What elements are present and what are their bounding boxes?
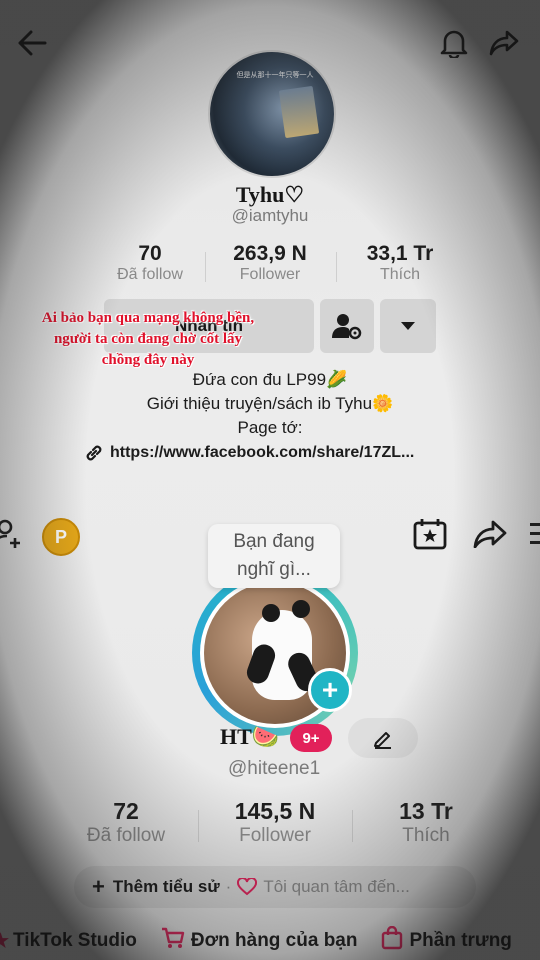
profile-page: 但是从那十一年只等一人 Tyhu♡ @iamtyhu 70 Đã follow …	[0, 0, 540, 960]
own-stat-likes[interactable]: 13 Tr Thích	[366, 798, 486, 847]
star-icon: ★	[0, 930, 10, 952]
profile-name: Tyhu♡	[235, 182, 305, 207]
panda-ear	[292, 600, 310, 618]
avatar-caption: 但是从那十一年只等一人	[236, 71, 314, 79]
orders-button[interactable]: Đơn hàng của bạn	[191, 930, 358, 952]
edit-profile-button[interactable]	[348, 718, 418, 758]
bell-icon[interactable]	[436, 25, 472, 61]
bag-icon	[381, 925, 403, 956]
stat-following-label: Đã follow	[117, 266, 183, 283]
profile-avatar[interactable]: 但是从那十一年只等一人	[208, 50, 336, 178]
friend-settings-button[interactable]	[320, 299, 374, 353]
stat-followers[interactable]: 263,9 N Follower	[210, 242, 330, 284]
stat-divider	[205, 252, 206, 282]
own-stat-following-label: Đã follow	[86, 825, 166, 846]
own-name: HT🍉	[220, 724, 280, 749]
chevron-down-icon	[401, 322, 415, 330]
showcase-button[interactable]: Phần trưng	[409, 930, 511, 952]
heart-icon	[237, 878, 258, 896]
stat-likes-label: Thích	[379, 266, 420, 283]
stat-followers-label: Follower	[239, 266, 301, 283]
profile-link[interactable]: https://www.facebook.com/share/17ZL...	[84, 443, 414, 463]
tiktok-studio-button[interactable]: TikTok Studio	[13, 930, 137, 952]
share-icon[interactable]	[486, 25, 522, 61]
notification-badge[interactable]: 9+	[290, 724, 332, 752]
avatar-book-image	[278, 85, 320, 139]
profile-handle: @iamtyhu	[231, 206, 309, 225]
coin-label: P	[54, 526, 67, 547]
thought-bubble[interactable]: Bạn đang nghĩ gì...	[208, 524, 340, 588]
shortcut-bar: ★ TikTok Studio Đơn hàng của bạn Phần tr…	[0, 922, 540, 960]
stat-divider	[352, 810, 353, 842]
own-stat-following[interactable]: 72 Đã follow	[66, 798, 186, 847]
notification-badge-count: 9+	[302, 729, 320, 747]
bio-line: Đứa con đu LP99🌽	[192, 370, 348, 389]
overlay-caption-line: người ta còn đang chờ cốt lấy	[53, 331, 243, 347]
own-stat-likes-value: 13 Tr	[399, 798, 453, 824]
stat-divider	[198, 810, 199, 842]
pencil-icon	[374, 732, 391, 749]
own-handle: @hiteene1	[228, 758, 321, 779]
overlay-caption-line: Ai bảo bạn qua mạng không bền,	[41, 310, 255, 326]
bio-line: Giới thiệu truyện/sách ib Tyhu🌼	[146, 394, 394, 413]
calendar-star-icon[interactable]	[412, 516, 448, 552]
own-stat-following-value: 72	[113, 798, 139, 824]
user-gear-icon	[332, 314, 362, 340]
bio-actions-pill: + Thêm tiểu sử · Tôi quan tâm đến...	[74, 866, 476, 908]
back-arrow-icon[interactable]	[14, 25, 50, 61]
thought-bubble-line: nghĩ gì...	[237, 559, 311, 580]
panda-ear	[262, 604, 280, 622]
thought-bubble-line: Bạn đang	[233, 531, 315, 552]
stat-followers-value: 263,9 N	[233, 242, 307, 265]
link-icon	[86, 445, 102, 461]
bio-line: Page tớ:	[237, 418, 303, 437]
plus-icon: +	[92, 874, 105, 899]
share-profile-icon[interactable]	[472, 516, 508, 552]
add-bio-button[interactable]: Thêm tiểu sử	[113, 877, 220, 897]
own-stat-followers-value: 145,5 N	[234, 798, 316, 824]
overlay-caption: Ai bảo bạn qua mạng không bền, người ta …	[28, 308, 268, 371]
stat-likes-value: 33,1 Tr	[366, 242, 434, 265]
own-stat-likes-label: Thích	[402, 825, 450, 846]
stat-following-value: 70	[138, 242, 162, 265]
overlay-caption-line: chồng đây này	[101, 352, 195, 368]
own-stat-followers-label: Follower	[239, 825, 311, 846]
stat-divider	[336, 252, 337, 282]
coin-icon[interactable]: P	[42, 518, 80, 556]
stat-following[interactable]: 70 Đã follow	[90, 242, 210, 284]
menu-icon[interactable]	[530, 520, 540, 546]
profile-link-text: https://www.facebook.com/share/17ZL...	[110, 444, 415, 461]
interests-button[interactable]: Tôi quan tâm đến...	[263, 877, 409, 897]
add-friend-icon[interactable]	[0, 516, 30, 552]
stat-likes[interactable]: 33,1 Tr Thích	[340, 242, 460, 284]
own-stat-followers[interactable]: 145,5 N Follower	[215, 798, 335, 847]
add-story-plus-icon[interactable]: +	[308, 668, 352, 712]
more-options-button[interactable]	[380, 299, 436, 353]
cart-icon	[161, 927, 185, 955]
separator-dot: ·	[225, 877, 232, 896]
